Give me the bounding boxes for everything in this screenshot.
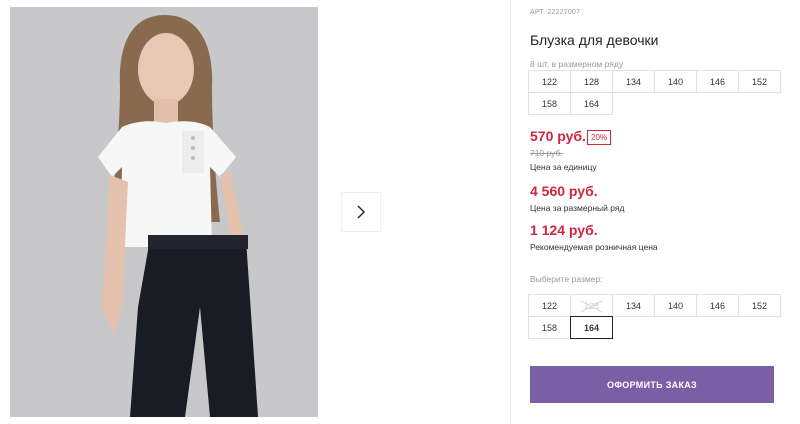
size-row-cell: 164 [570,92,613,115]
column-divider [510,0,511,424]
retail-price: 1 124 руб. [530,222,598,238]
size-option-128: 128 [570,294,613,317]
unit-price: 570 руб. [530,128,586,144]
product-photo[interactable] [10,7,318,417]
row-price: 4 560 руб. [530,183,598,199]
size-row-cell: 152 [738,70,781,93]
article-number: АРТ. 22227007 [530,9,581,16]
size-row-cell: 146 [696,70,739,93]
product-title: Блузка для девочки [530,32,659,48]
choose-size-label: Выберите размер: [530,274,603,284]
size-row-cell: 140 [654,70,697,93]
old-price: 710 руб. [530,148,563,158]
size-option-164[interactable]: 164 [570,316,613,339]
size-row-cell: 134 [612,70,655,93]
retail-price-caption: Рекомендуемая розничная цена [530,242,658,252]
order-button[interactable]: ОФОРМИТЬ ЗАКАЗ [530,366,774,403]
row-price-caption: Цена за размерный ряд [530,203,625,213]
product-image [10,7,318,417]
discount-badge: 20% [587,130,612,145]
size-option-158[interactable]: 158 [528,316,571,339]
size-row-cell: 158 [528,92,571,115]
next-image-button[interactable] [342,193,380,231]
chevron-right-icon [357,205,365,219]
unit-price-caption: Цена за единицу [530,162,597,172]
sizes-count-caption: 8 шт. в размерном ряду [530,59,624,69]
size-option-134[interactable]: 134 [612,294,655,317]
size-row-grid: 122 128 134 140 146 152 158 164 [528,70,781,115]
size-selector: 122 128 134 140 146 152 158 164 [528,294,781,339]
size-option-146[interactable]: 146 [696,294,739,317]
size-option-140[interactable]: 140 [654,294,697,317]
size-option-152[interactable]: 152 [738,294,781,317]
size-row-cell: 128 [570,70,613,93]
size-row-cell: 122 [528,70,571,93]
size-option-122[interactable]: 122 [528,294,571,317]
